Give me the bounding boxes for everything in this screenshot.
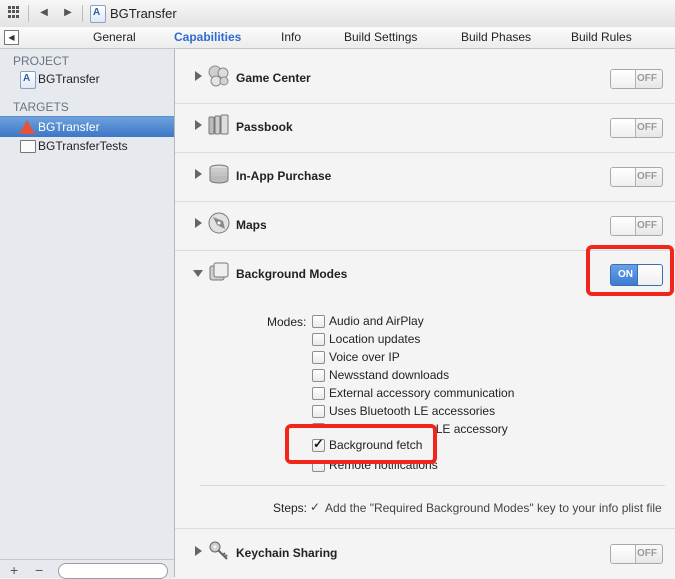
forward-arrow-icon[interactable]: ▶ <box>60 5 76 21</box>
jump-bar: ◀ ▶ BGTransfer <box>0 0 675 28</box>
keychain-sharing-switch[interactable]: OFF <box>610 544 663 564</box>
disclosure-triangle-icon[interactable] <box>195 71 202 81</box>
background-modes-icon <box>209 262 229 281</box>
disclosure-triangle-open-icon[interactable] <box>193 270 203 277</box>
tab-capabilities[interactable]: Capabilities <box>174 30 241 44</box>
disclosure-triangle-icon[interactable] <box>195 169 202 179</box>
tab-build-settings[interactable]: Build Settings <box>344 30 417 44</box>
steps-label: Steps: <box>273 501 308 515</box>
sidebar-item-target-tests[interactable]: BGTransferTests <box>0 136 174 156</box>
capabilities-pane: Game Center OFF Passbook OFF In-App Purc… <box>175 49 675 577</box>
project-section-header: PROJECT <box>13 54 70 68</box>
passbook-icon <box>208 114 229 135</box>
steps-divider <box>200 485 665 486</box>
mode-checkbox-external-accessory[interactable]: External accessory communication <box>312 385 612 403</box>
mode-checkbox-background-fetch-highlighted[interactable]: Background fetch <box>312 436 432 455</box>
back-arrow-icon[interactable]: ◀ <box>36 5 52 21</box>
remove-target-button[interactable]: − <box>35 562 43 578</box>
maps-icon <box>208 212 230 234</box>
passbook-switch[interactable]: OFF <box>610 118 663 138</box>
project-file-icon <box>20 71 36 89</box>
capability-row-in-app-purchase: In-App Purchase OFF <box>175 152 675 202</box>
capability-title: Background Modes <box>236 267 348 281</box>
capability-title: Keychain Sharing <box>236 546 338 560</box>
checkmark-icon: ✓ <box>310 500 321 514</box>
step-description: Add the "Required Background Modes" key … <box>325 501 662 515</box>
capability-title: Maps <box>236 218 267 232</box>
test-target-icon <box>20 140 36 153</box>
modes-label: Modes: <box>267 315 307 329</box>
disclosure-triangle-icon[interactable] <box>195 120 202 130</box>
keychain-icon <box>209 541 228 560</box>
mode-checkbox-voip[interactable]: Voice over IP <box>312 349 612 367</box>
project-file-icon[interactable] <box>90 5 106 23</box>
breadcrumb[interactable]: BGTransfer <box>110 6 177 21</box>
sidebar-item-project[interactable]: BGTransfer <box>0 69 174 89</box>
toolbar-divider <box>28 5 29 22</box>
sidebar-item-label: BGTransfer <box>38 72 100 86</box>
tab-build-phases[interactable]: Build Phases <box>461 30 531 44</box>
sidebar-item-target-bgtransfer[interactable]: BGTransfer <box>0 116 174 137</box>
capability-row-game-center: Game Center OFF <box>175 54 675 104</box>
mode-checkbox-location[interactable]: Location updates <box>312 331 612 349</box>
related-items-grid-icon[interactable] <box>8 6 20 18</box>
capability-title: Game Center <box>236 71 311 85</box>
editor-tab-bar: ◀ General Capabilities Info Build Settin… <box>0 27 675 49</box>
toolbar-divider <box>82 5 83 22</box>
capability-row-passbook: Passbook OFF <box>175 103 675 153</box>
project-targets-sidebar: PROJECT BGTransfer TARGETS BGTransfer BG… <box>0 49 175 579</box>
capability-row-maps: Maps OFF <box>175 201 675 251</box>
toggle-targets-list-icon[interactable]: ◀ <box>4 30 19 45</box>
capability-title: Passbook <box>236 120 293 134</box>
tab-general[interactable]: General <box>93 30 136 44</box>
capability-row-keychain-sharing: Keychain Sharing OFF <box>175 528 675 578</box>
mode-checkbox-bluetooth-central[interactable]: Uses Bluetooth LE accessories <box>312 403 612 421</box>
game-center-icon <box>208 65 229 87</box>
app-target-icon <box>19 120 35 134</box>
add-target-button[interactable]: + <box>10 562 18 578</box>
mode-checkbox-newsstand[interactable]: Newsstand downloads <box>312 367 612 385</box>
in-app-purchase-icon <box>209 164 229 184</box>
disclosure-triangle-icon[interactable] <box>195 218 202 228</box>
sidebar-item-label: BGTransfer <box>38 120 100 134</box>
disclosure-triangle-icon[interactable] <box>195 546 202 556</box>
in-app-purchase-switch[interactable]: OFF <box>610 167 663 187</box>
game-center-switch[interactable]: OFF <box>610 69 663 89</box>
tab-build-rules[interactable]: Build Rules <box>571 30 632 44</box>
highlight-box-switch <box>586 245 674 296</box>
mode-checkbox-audio[interactable]: Audio and AirPlay <box>312 313 612 331</box>
capability-title: In-App Purchase <box>236 169 332 183</box>
sidebar-footer: + − <box>0 559 174 579</box>
maps-switch[interactable]: OFF <box>610 216 663 236</box>
tab-info[interactable]: Info <box>281 30 301 44</box>
targets-section-header: TARGETS <box>13 100 69 114</box>
sidebar-item-label: BGTransferTests <box>38 139 128 153</box>
